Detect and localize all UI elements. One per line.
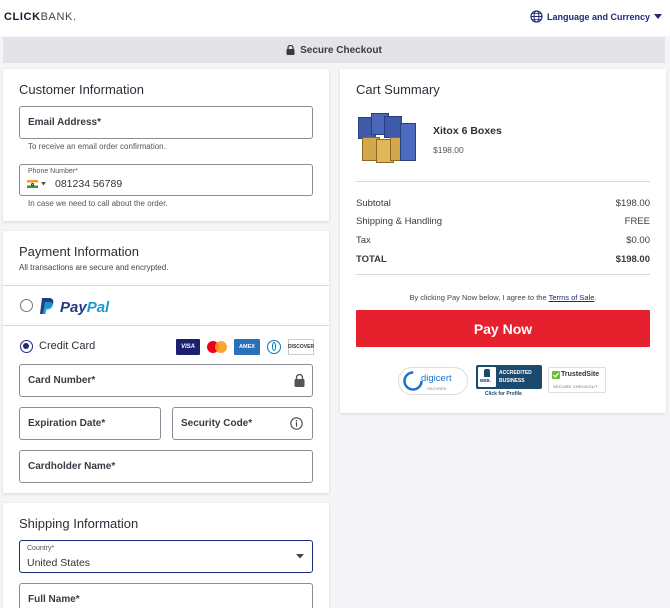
cardholder-name-field[interactable]: Cardholder Name*	[19, 450, 313, 483]
tax-row: Tax $0.00	[356, 235, 650, 246]
bbb-badge[interactable]: BBB. ACCREDITED BUSINESS	[476, 365, 542, 389]
india-flag-icon	[27, 180, 38, 188]
paypal-wordmark: PayPal	[60, 299, 110, 316]
digicert-label: digicert	[421, 373, 452, 384]
country-select[interactable]: Country* United States	[19, 540, 313, 573]
caret-down-icon	[41, 182, 46, 186]
phone-field[interactable]: Phone Number* 081234 56789	[19, 164, 313, 196]
lock-icon	[286, 45, 295, 55]
top-bar: CLICKBANK. Language and Currency	[0, 0, 670, 36]
lock-icon	[294, 374, 305, 387]
bbb-line2: BUSINESS	[499, 378, 525, 384]
security-code-field[interactable]: Security Code*	[172, 407, 313, 440]
expiration-date-label: Expiration Date*	[28, 418, 106, 429]
phone-help-text: In case we need to call about the order.	[28, 199, 168, 208]
paypal-option[interactable]: PayPal	[3, 285, 329, 325]
customer-info-card: Customer Information Email Address* To r…	[3, 69, 329, 221]
cart-summary-card: Cart Summary Xitox 6 Boxes $198.00 Subto…	[340, 69, 666, 413]
pay-now-button[interactable]: Pay Now	[356, 310, 650, 347]
card-number-field[interactable]: Card Number*	[19, 364, 313, 397]
terms-text: By clicking Pay Now below, I agree to th…	[409, 293, 597, 302]
card-number-label: Card Number*	[28, 375, 96, 386]
secure-checkout-banner: Secure Checkout	[3, 37, 665, 63]
credit-card-option[interactable]: Credit Card VISA AMEX DISCOVER Card Numb…	[3, 325, 329, 493]
cart-summary-title: Cart Summary	[356, 82, 440, 97]
bbb-line1: ACCREDITED	[499, 370, 532, 376]
payment-info-title: Payment Information	[19, 244, 139, 259]
language-currency-label: Language and Currency	[546, 11, 650, 22]
info-icon[interactable]	[290, 417, 303, 430]
product-price: $198.00	[433, 145, 464, 155]
email-label: Email Address*	[28, 117, 101, 128]
visa-icon: VISA	[176, 339, 200, 355]
mastercard-icon	[204, 339, 230, 355]
trust-badges: digicert SECURED BBB. ACCREDITED BUSINES…	[398, 365, 618, 403]
divider	[356, 274, 650, 275]
subtotal-row: Subtotal $198.00	[356, 198, 650, 209]
customer-info-title: Customer Information	[19, 82, 144, 97]
email-help-text: To receive an email order confirmation.	[28, 142, 166, 151]
country-value: United States	[27, 557, 91, 569]
product-name: Xitox 6 Boxes	[433, 125, 502, 137]
language-currency-button[interactable]: Language and Currency	[530, 10, 662, 23]
caret-down-icon	[654, 13, 662, 19]
globe-icon	[530, 10, 543, 23]
digicert-sub-label: SECURED	[427, 386, 447, 391]
email-field[interactable]: Email Address*	[19, 106, 313, 139]
checkmark-icon	[552, 371, 560, 379]
cardholder-name-label: Cardholder Name*	[28, 461, 116, 472]
phone-label: Phone Number*	[28, 168, 78, 175]
paypal-radio[interactable]	[20, 299, 33, 312]
product-image	[358, 113, 420, 167]
amex-icon: AMEX	[234, 339, 260, 355]
diners-club-icon	[264, 339, 284, 355]
payment-subtitle: All transactions are secure and encrypte…	[19, 263, 169, 272]
bbb-profile-link[interactable]: Click for Profile	[485, 391, 522, 397]
credit-card-radio[interactable]	[20, 340, 33, 353]
shipping-info-card: Shipping Information Country* United Sta…	[3, 503, 329, 608]
discover-icon: DISCOVER	[288, 339, 314, 355]
bbb-torch-icon: BBB.	[478, 367, 496, 387]
credit-card-label: Credit Card	[39, 340, 96, 352]
caret-down-icon	[296, 554, 304, 559]
total-row: TOTAL $198.00	[356, 254, 650, 265]
divider	[356, 181, 650, 182]
digicert-badge[interactable]: digicert SECURED	[398, 367, 468, 395]
full-name-field[interactable]: Full Name*	[19, 583, 313, 608]
trustedsite-badge[interactable]: TrustedSite SECURE CHECKOUT	[548, 367, 606, 393]
terms-of-sale-link[interactable]: Terms of Sale	[549, 293, 595, 302]
country-label: Country*	[27, 545, 55, 552]
payment-info-card: Payment Information All transactions are…	[3, 231, 329, 493]
trustedsite-label: TrustedSite	[561, 371, 600, 378]
trustedsite-sub-label: SECURE CHECKOUT	[553, 384, 598, 389]
full-name-label: Full Name*	[28, 594, 80, 605]
country-code-selector[interactable]	[27, 180, 46, 188]
shipping-row: Shipping & Handling FREE	[356, 216, 650, 227]
clickbank-logo[interactable]: CLICKBANK.	[4, 11, 77, 23]
paypal-p-icon	[40, 298, 54, 314]
phone-input-value[interactable]: 081234 56789	[55, 178, 122, 190]
secure-checkout-label: Secure Checkout	[300, 44, 382, 56]
security-code-label: Security Code*	[181, 418, 253, 429]
card-brand-logos: VISA AMEX DISCOVER	[176, 339, 314, 355]
shipping-info-title: Shipping Information	[19, 516, 139, 531]
expiration-date-field[interactable]: Expiration Date*	[19, 407, 161, 440]
